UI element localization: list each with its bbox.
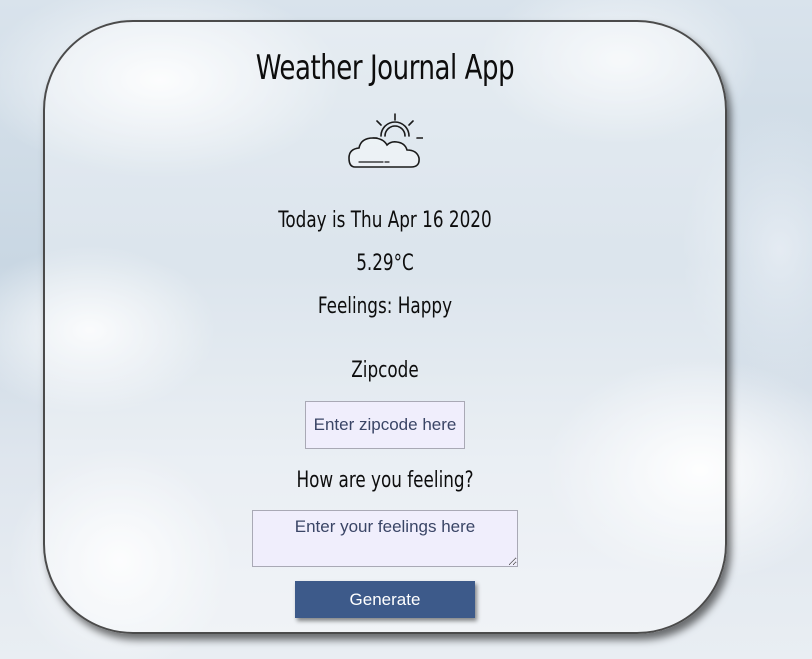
feelings-label: How are you feeling? xyxy=(296,468,474,493)
app-title: Weather Journal App xyxy=(255,48,515,88)
temperature-text: 5.29°C xyxy=(356,251,414,276)
feelings-textarea[interactable] xyxy=(252,510,518,567)
date-text: Today is Thu Apr 16 2020 xyxy=(278,208,492,233)
partly-cloudy-sun-icon xyxy=(347,112,424,170)
zipcode-label: Zipcode xyxy=(351,358,419,383)
generate-button[interactable]: Generate xyxy=(295,581,475,618)
zipcode-input[interactable] xyxy=(305,401,465,449)
journal-card: Weather Journal App Today is Thu Apr 16 … xyxy=(43,20,727,634)
feelings-text: Feelings: Happy xyxy=(317,294,453,319)
